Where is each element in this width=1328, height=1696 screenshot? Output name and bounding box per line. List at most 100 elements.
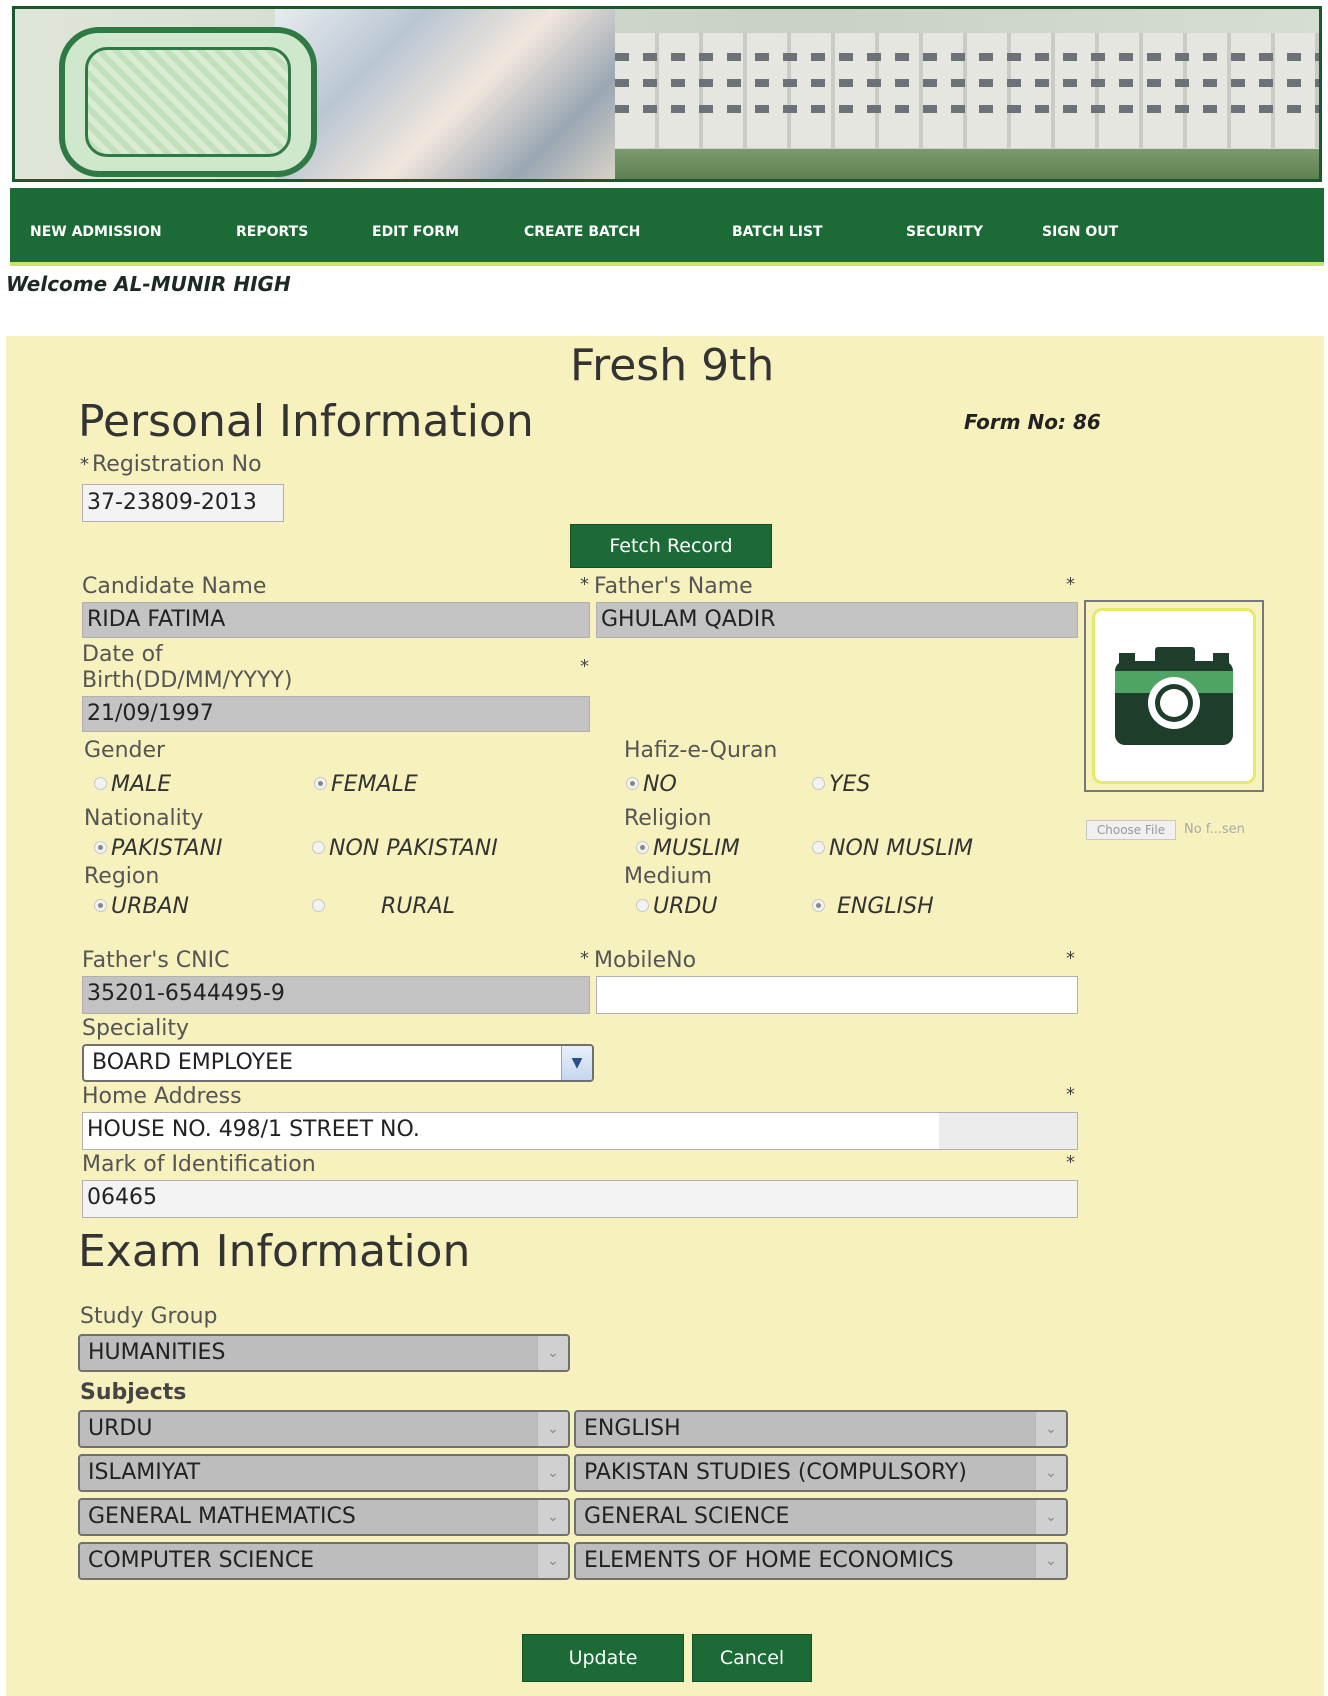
nav-batch-list[interactable]: BATCH LIST (732, 224, 823, 240)
religion-muslim-radio[interactable]: MUSLIM (636, 836, 740, 861)
radio-label: NO (643, 772, 677, 797)
subject-select[interactable]: GENERAL MATHEMATICS ⌄ (78, 1498, 570, 1536)
radio-label: MALE (111, 772, 172, 797)
nav-reports[interactable]: REPORTS (236, 224, 308, 240)
radio-indicator (312, 840, 325, 854)
radio-label: PAKISTANI (111, 836, 223, 861)
gender-female-radio[interactable]: FEMALE (314, 772, 418, 797)
photo-upload-box[interactable] (1084, 600, 1264, 792)
mobile-input[interactable] (596, 976, 1078, 1014)
subject-selected-value: ISLAMIYAT (88, 1460, 201, 1485)
medium-english-radio[interactable]: ENGLISH (812, 894, 934, 919)
camera-icon (1115, 647, 1233, 745)
main-nav: NEW ADMISSION REPORTS EDIT FORM CREATE B… (10, 188, 1324, 266)
radio-label: FEMALE (331, 772, 418, 797)
radio-indicator (314, 776, 327, 790)
dob-input[interactable]: 21/09/1997 (82, 696, 590, 732)
religion-non-muslim-radio[interactable]: NON MUSLIM (812, 836, 973, 861)
subject-select[interactable]: ELEMENTS OF HOME ECONOMICS ⌄ (574, 1542, 1068, 1580)
study-group-label: Study Group (80, 1304, 218, 1329)
medium-urdu-radio[interactable]: URDU (636, 894, 717, 919)
gender-male-radio[interactable]: MALE (94, 772, 171, 797)
father-cnic-input[interactable]: 35201-6544495-9 (82, 976, 590, 1014)
radio-label: RURAL (381, 894, 455, 919)
subject-select[interactable]: URDU ⌄ (78, 1410, 570, 1448)
radio-indicator (636, 898, 649, 912)
required-marker: * (1066, 1152, 1075, 1173)
radio-indicator (812, 776, 825, 790)
no-file-text: No f...sen (1184, 822, 1245, 837)
subject-select[interactable]: PAKISTAN STUDIES (COMPULSORY) ⌄ (574, 1454, 1068, 1492)
header-banner (12, 6, 1322, 182)
nationality-non-pakistani-radio[interactable]: NON PAKISTANI (312, 836, 498, 861)
update-button[interactable]: Update (522, 1634, 684, 1682)
subject-select[interactable]: ISLAMIYAT ⌄ (78, 1454, 570, 1492)
hafiz-label: Hafiz-e-Quran (624, 738, 778, 763)
subject-selected-value: ELEMENTS OF HOME ECONOMICS (584, 1548, 954, 1573)
speciality-selected-value: BOARD EMPLOYEE (92, 1050, 293, 1075)
father-name-input[interactable]: GHULAM QADIR (596, 602, 1078, 638)
radio-indicator (626, 776, 639, 790)
nav-create-batch[interactable]: CREATE BATCH (524, 224, 640, 240)
subject-selected-value: GENERAL MATHEMATICS (88, 1504, 356, 1529)
nationality-pakistani-radio[interactable]: PAKISTANI (94, 836, 223, 861)
subject-selected-value: GENERAL SCIENCE (584, 1504, 790, 1529)
nav-security[interactable]: SECURITY (906, 224, 983, 240)
radio-label: ENGLISH (837, 894, 934, 919)
speciality-select[interactable]: BOARD EMPLOYEE ▼ (82, 1044, 594, 1082)
home-address-label: Home Address (82, 1084, 242, 1109)
nationality-label: Nationality (84, 806, 204, 831)
required-marker: * (1066, 574, 1075, 595)
hafiz-yes-radio[interactable]: YES (812, 772, 870, 797)
required-marker: * (580, 656, 589, 677)
candidate-name-input[interactable]: RIDA FATIMA (82, 602, 590, 638)
required-marker: * (1066, 948, 1075, 969)
exam-info-heading: Exam Information (78, 1226, 471, 1277)
subject-selected-value: PAKISTAN STUDIES (COMPULSORY) (584, 1460, 967, 1485)
radio-label: YES (829, 772, 871, 797)
chevron-down-icon: ⌄ (1035, 1456, 1066, 1490)
subject-selected-value: URDU (88, 1416, 153, 1441)
radio-indicator (312, 898, 325, 912)
choose-file-button[interactable]: Choose File (1086, 820, 1176, 840)
chevron-down-icon: ▼ (561, 1046, 592, 1080)
welcome-text: Welcome AL-MUNIR HIGH (6, 272, 291, 296)
father-name-label: Father's Name (594, 574, 753, 599)
religion-label: Religion (624, 806, 712, 831)
study-group-select[interactable]: HUMANITIES ⌄ (78, 1334, 570, 1372)
region-urban-radio[interactable]: URBAN (94, 894, 189, 919)
chevron-down-icon: ⌄ (1035, 1544, 1066, 1578)
subjects-label: Subjects (80, 1380, 187, 1405)
chevron-down-icon: ⌄ (537, 1456, 568, 1490)
subject-select[interactable]: COMPUTER SCIENCE ⌄ (78, 1542, 570, 1580)
page: NEW ADMISSION REPORTS EDIT FORM CREATE B… (0, 0, 1328, 1696)
required-marker: * (580, 574, 589, 595)
banner-photo-building (615, 33, 1319, 148)
registration-input[interactable]: 37-23809-2013 (82, 484, 284, 522)
subject-selected-value: ENGLISH (584, 1416, 681, 1441)
subject-select[interactable]: GENERAL SCIENCE ⌄ (574, 1498, 1068, 1536)
chevron-down-icon: ⌄ (537, 1544, 568, 1578)
chevron-down-icon: ⌄ (1035, 1500, 1066, 1534)
radio-label: URDU (653, 894, 718, 919)
nav-new-admission[interactable]: NEW ADMISSION (30, 224, 162, 240)
nav-sign-out[interactable]: SIGN OUT (1042, 224, 1118, 240)
chevron-down-icon: ⌄ (1035, 1412, 1066, 1446)
radio-indicator (94, 898, 107, 912)
radio-label: NON MUSLIM (829, 836, 973, 861)
nav-edit-form[interactable]: EDIT FORM (372, 224, 459, 240)
mark-identification-input[interactable]: 06465 (82, 1180, 1078, 1218)
chevron-down-icon: ⌄ (537, 1412, 568, 1446)
father-cnic-label: Father's CNIC (82, 948, 230, 973)
chevron-down-icon: ⌄ (537, 1336, 568, 1370)
home-address-input[interactable]: HOUSE NO. 498/1 STREET NO. (82, 1112, 1078, 1150)
study-group-selected-value: HUMANITIES (88, 1340, 226, 1365)
region-rural-radio[interactable]: RURAL (312, 894, 455, 919)
radio-indicator (812, 898, 825, 912)
fetch-record-button[interactable]: Fetch Record (570, 524, 772, 568)
school-logo (59, 27, 317, 177)
cancel-button[interactable]: Cancel (692, 1634, 812, 1682)
subject-select[interactable]: ENGLISH ⌄ (574, 1410, 1068, 1448)
hafiz-no-radio[interactable]: NO (626, 772, 677, 797)
radio-label: NON PAKISTANI (329, 836, 498, 861)
